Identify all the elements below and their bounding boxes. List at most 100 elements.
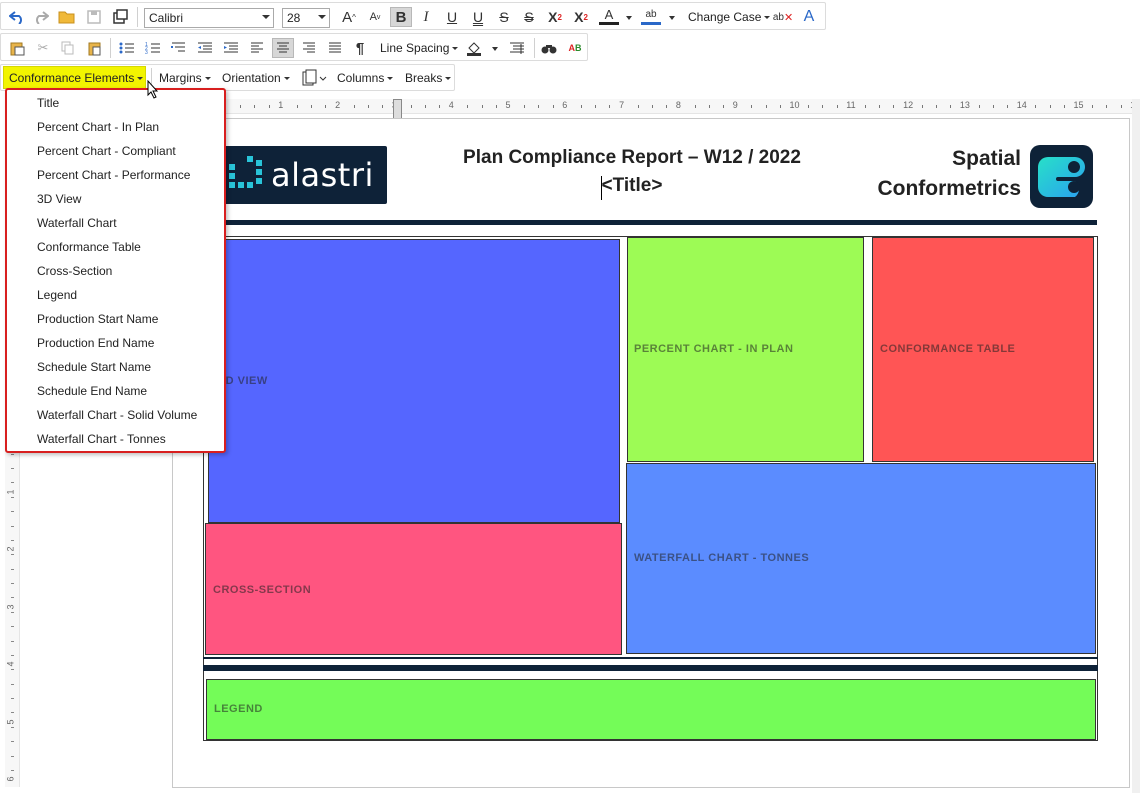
dropdown-item[interactable]: Waterfall Chart - Solid Volume bbox=[37, 408, 197, 422]
font-size-select[interactable]: 28 bbox=[282, 8, 330, 28]
change-case-button[interactable]: Change Case bbox=[688, 10, 771, 24]
undo-icon[interactable] bbox=[7, 7, 27, 27]
align-left-icon[interactable] bbox=[247, 38, 267, 58]
subscript-icon[interactable]: X2 bbox=[571, 7, 591, 27]
cross-section-block[interactable]: CROSS-SECTION bbox=[205, 523, 622, 655]
strikethrough-icon[interactable]: S bbox=[494, 7, 514, 27]
waterfall-chart-tonnes-block[interactable]: WATERFALL CHART - TONNES bbox=[626, 463, 1096, 654]
text-effects-icon[interactable]: A bbox=[799, 7, 819, 27]
save-icon[interactable] bbox=[84, 7, 104, 27]
ruler-tick bbox=[723, 105, 724, 108]
ruler-tick bbox=[11, 640, 14, 642]
redo-icon[interactable] bbox=[31, 7, 51, 27]
dropdown-item[interactable]: Schedule End Name bbox=[37, 384, 147, 398]
align-right-icon[interactable] bbox=[299, 38, 319, 58]
legend-block[interactable]: LEGEND bbox=[206, 679, 1096, 740]
document-page[interactable]: alastri Plan Compliance Report – W12 / 2… bbox=[172, 118, 1130, 788]
view3d-block[interactable]: 3D VIEW bbox=[208, 239, 620, 523]
ruler-indent-marker[interactable] bbox=[393, 99, 402, 119]
ruler-label: 4 bbox=[448, 100, 454, 110]
percent-chart-in-plan-label: PERCENT CHART - IN PLAN bbox=[634, 343, 794, 355]
dropdown-item[interactable]: Percent Chart - In Plan bbox=[37, 120, 159, 134]
font-size-value: 28 bbox=[287, 11, 301, 25]
print-preview-icon[interactable] bbox=[110, 7, 130, 27]
ruler-label: 4 bbox=[5, 661, 16, 667]
chevron-down-icon[interactable] bbox=[669, 16, 675, 20]
highlight-icon[interactable]: ab bbox=[641, 7, 661, 25]
chevron-down-icon[interactable] bbox=[492, 47, 498, 51]
decrease-indent-icon[interactable] bbox=[195, 38, 215, 58]
orientation-button[interactable]: Orientation bbox=[222, 71, 290, 85]
bold-icon[interactable]: B bbox=[390, 7, 412, 27]
ruler-label: 15 bbox=[1073, 100, 1084, 110]
copy-icon[interactable] bbox=[58, 38, 78, 58]
ruler-tick bbox=[424, 105, 426, 108]
line-spacing-button[interactable]: Line Spacing bbox=[380, 41, 459, 55]
dropdown-item[interactable]: Percent Chart - Compliant bbox=[37, 144, 176, 158]
ruler-tick bbox=[581, 105, 582, 108]
ruler-label: 13 bbox=[959, 100, 970, 110]
separator bbox=[534, 38, 535, 58]
ruler-tick bbox=[11, 669, 14, 671]
breaks-label: Breaks bbox=[405, 71, 443, 85]
font-name-select[interactable]: Calibri bbox=[144, 8, 274, 28]
ruler-label: 1 bbox=[278, 100, 284, 110]
columns-button[interactable]: Columns bbox=[337, 71, 394, 85]
paste-icon[interactable] bbox=[7, 38, 27, 58]
underline-icon[interactable]: U bbox=[442, 7, 462, 27]
percent-chart-in-plan-block[interactable]: PERCENT CHART - IN PLAN bbox=[627, 237, 864, 462]
dropdown-item[interactable]: Waterfall Chart bbox=[37, 216, 117, 230]
shading-icon[interactable] bbox=[464, 38, 484, 58]
ruler-tick bbox=[467, 105, 469, 108]
toolbar-row-formatting: Calibri 28 A ^ Av B I U U S S X2 X2 A ab … bbox=[0, 2, 826, 30]
replace-icon[interactable]: AB bbox=[565, 38, 585, 58]
ruler-tick bbox=[11, 741, 14, 743]
dropdown-item[interactable]: Title bbox=[37, 96, 59, 110]
header-rule bbox=[204, 220, 1097, 225]
dropdown-item[interactable]: Production Start Name bbox=[37, 312, 158, 326]
conformance-elements-button[interactable]: Conformance Elements bbox=[3, 66, 146, 89]
dropdown-item[interactable]: Conformance Table bbox=[37, 240, 141, 254]
align-center-icon[interactable] bbox=[272, 38, 294, 58]
double-strikethrough-icon[interactable]: S bbox=[519, 7, 539, 27]
page-size-icon[interactable] bbox=[302, 69, 328, 87]
ruler-tick bbox=[11, 611, 14, 613]
paste-special-icon[interactable] bbox=[85, 38, 105, 58]
superscript-icon[interactable]: X2 bbox=[545, 7, 565, 27]
italic-icon[interactable]: I bbox=[416, 7, 436, 27]
borders-icon[interactable] bbox=[507, 38, 527, 58]
conformance-table-block[interactable]: CONFORMANCE TABLE bbox=[872, 237, 1094, 462]
dropdown-item[interactable]: Percent Chart - Performance bbox=[37, 168, 190, 182]
font-color-icon[interactable]: A bbox=[599, 7, 619, 25]
report-subtitle[interactable]: <Title> bbox=[373, 175, 891, 197]
dropdown-item[interactable]: Production End Name bbox=[37, 336, 154, 350]
breaks-button[interactable]: Breaks bbox=[405, 71, 452, 85]
dropdown-item[interactable]: Schedule Start Name bbox=[37, 360, 151, 374]
grow-font-icon[interactable]: A ^ bbox=[339, 7, 359, 27]
dropdown-item[interactable]: Cross-Section bbox=[37, 264, 112, 278]
dropdown-item[interactable]: Legend bbox=[37, 288, 77, 302]
folder-open-icon[interactable] bbox=[57, 7, 77, 27]
clear-formatting-icon[interactable]: ab ✕ bbox=[773, 7, 793, 27]
find-icon[interactable] bbox=[539, 38, 559, 58]
horizontal-ruler[interactable]: 12345678910111213141516 bbox=[170, 99, 1140, 114]
ruler-label: 14 bbox=[1016, 100, 1027, 110]
conformance-elements-label: Conformance Elements bbox=[9, 71, 135, 85]
ruler-tick bbox=[879, 105, 881, 108]
cut-icon[interactable]: ✂ bbox=[33, 38, 53, 58]
numbered-list-icon[interactable]: 123 bbox=[143, 38, 163, 58]
multilevel-list-icon[interactable] bbox=[169, 38, 189, 58]
ruler-tick bbox=[652, 105, 653, 108]
chevron-down-icon[interactable] bbox=[626, 16, 632, 20]
double-underline-icon[interactable]: U bbox=[468, 7, 488, 27]
dropdown-item[interactable]: Waterfall Chart - Tonnes bbox=[37, 432, 166, 446]
change-case-label: Change Case bbox=[688, 10, 762, 24]
shrink-font-icon[interactable]: Av bbox=[365, 7, 385, 27]
justify-icon[interactable] bbox=[325, 38, 345, 58]
report-title: Plan Compliance Report – W12 / 2022 bbox=[463, 147, 801, 168]
bullet-list-icon[interactable] bbox=[117, 38, 137, 58]
show-formatting-marks-icon[interactable]: ¶ bbox=[350, 38, 370, 58]
increase-indent-icon[interactable] bbox=[221, 38, 241, 58]
margins-button[interactable]: Margins bbox=[159, 71, 211, 85]
dropdown-item[interactable]: 3D View bbox=[37, 192, 81, 206]
